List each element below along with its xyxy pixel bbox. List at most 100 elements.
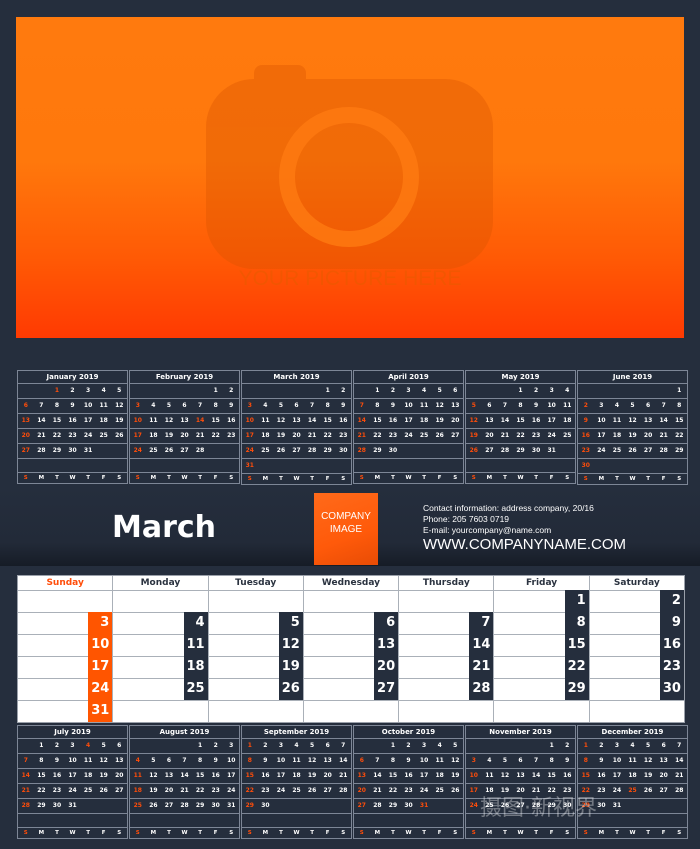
day-cell[interactable]: 14 bbox=[399, 634, 495, 656]
day-number: 19 bbox=[278, 656, 303, 678]
day-number: 16 bbox=[659, 634, 684, 656]
day-cell[interactable]: 28 bbox=[399, 678, 495, 700]
mini-day: 24 bbox=[68, 787, 77, 794]
mini-week-row: 1 2 3 bbox=[130, 739, 239, 754]
day-cell[interactable]: 16 bbox=[590, 634, 684, 656]
mini-day bbox=[161, 384, 177, 398]
mini-day bbox=[177, 459, 193, 472]
mini-day: 27 bbox=[643, 447, 653, 454]
day-cell[interactable] bbox=[113, 701, 209, 722]
mini-day: 29 bbox=[388, 802, 398, 809]
mini-day: 5 bbox=[151, 757, 156, 764]
day-cell[interactable]: 2 bbox=[590, 590, 684, 612]
mini-day: 16 bbox=[339, 417, 348, 424]
mini-day: 15 bbox=[37, 772, 46, 779]
day-cell[interactable]: 18 bbox=[113, 656, 209, 678]
day-cell[interactable]: 24 bbox=[18, 678, 114, 700]
mini-day: 13 bbox=[357, 772, 366, 779]
mini-day bbox=[304, 384, 320, 398]
mini-day: 7 bbox=[677, 742, 682, 749]
mini-week-row: 8 9 10 11 12 13 14 bbox=[578, 754, 687, 769]
mini-day: 21 bbox=[307, 432, 317, 439]
mini-week-row: 26 27 28 29 30 31 bbox=[466, 444, 575, 459]
mini-day: 7 bbox=[341, 742, 346, 749]
day-cell[interactable] bbox=[304, 701, 400, 722]
day-cell[interactable]: 8 bbox=[494, 612, 590, 634]
mini-day: 30 bbox=[388, 447, 398, 454]
day-cell[interactable]: 4 bbox=[113, 612, 209, 634]
day-cell[interactable]: 11 bbox=[113, 634, 209, 656]
mini-day: 17 bbox=[68, 772, 77, 779]
day-number: 18 bbox=[183, 656, 208, 678]
mini-day: 10 bbox=[597, 417, 606, 424]
day-cell[interactable]: 20 bbox=[304, 656, 400, 678]
day-cell[interactable]: 29 bbox=[494, 678, 590, 700]
day-cell[interactable] bbox=[399, 591, 495, 612]
day-cell[interactable]: 22 bbox=[494, 656, 590, 678]
mini-day: 6 bbox=[23, 402, 28, 409]
mini-week-row: 21 22 23 24 25 26 27 bbox=[18, 784, 127, 799]
day-cell[interactable] bbox=[209, 591, 304, 612]
mini-day bbox=[34, 459, 50, 472]
day-cell[interactable]: 13 bbox=[304, 634, 400, 656]
day-cell[interactable]: 6 bbox=[304, 612, 400, 634]
mini-day bbox=[656, 814, 672, 827]
mini-day: 8 bbox=[247, 757, 252, 764]
mini-day: 18 bbox=[563, 417, 572, 424]
mini-day: 6 bbox=[294, 402, 299, 409]
mini-day bbox=[544, 459, 560, 472]
day-cell[interactable]: 17 bbox=[18, 656, 114, 678]
day-cell[interactable]: 21 bbox=[399, 656, 495, 678]
mini-day: 16 bbox=[211, 772, 220, 779]
day-cell[interactable] bbox=[113, 591, 209, 612]
day-cell[interactable]: 1 bbox=[494, 590, 590, 612]
day-cell[interactable] bbox=[304, 591, 400, 612]
day-cell[interactable]: 5 bbox=[209, 612, 304, 634]
day-cell[interactable]: 7 bbox=[399, 612, 495, 634]
mini-day bbox=[640, 799, 656, 813]
mini-day bbox=[497, 459, 513, 472]
day-cell[interactable]: 19 bbox=[209, 656, 304, 678]
day-cell[interactable]: 30 bbox=[590, 678, 684, 700]
mini-weekday: S bbox=[583, 476, 588, 482]
mini-day: 28 bbox=[675, 787, 684, 794]
day-cell[interactable]: 10 bbox=[18, 634, 114, 656]
mini-day bbox=[513, 459, 529, 472]
mini-day: 4 bbox=[151, 402, 156, 409]
day-cell[interactable] bbox=[494, 701, 590, 722]
day-cell[interactable] bbox=[590, 701, 684, 722]
day-cell[interactable]: 23 bbox=[590, 656, 684, 678]
mini-day: 22 bbox=[37, 787, 46, 794]
day-cell[interactable]: 27 bbox=[304, 678, 400, 700]
mini-weekday-row: SMTWTFS bbox=[354, 828, 463, 838]
mini-day: 20 bbox=[357, 787, 366, 794]
picture-placeholder-text: YOUR PICTURE HERE bbox=[238, 267, 462, 290]
day-cell[interactable] bbox=[18, 591, 114, 612]
day-cell[interactable]: 26 bbox=[209, 678, 304, 700]
mini-day: 1 bbox=[583, 742, 588, 749]
mini-weekday: S bbox=[341, 476, 346, 482]
mini-day: 30 bbox=[52, 802, 62, 809]
day-cell[interactable]: 15 bbox=[494, 634, 590, 656]
day-cell[interactable] bbox=[399, 701, 495, 722]
day-cell[interactable]: 9 bbox=[590, 612, 684, 634]
mini-day: 1 bbox=[325, 387, 330, 394]
mini-day: 16 bbox=[563, 772, 572, 779]
mini-day: 31 bbox=[245, 462, 254, 469]
day-cell[interactable]: 25 bbox=[113, 678, 209, 700]
mini-day: 1 bbox=[198, 742, 203, 749]
mini-day: 24 bbox=[133, 447, 142, 454]
mini-day: 30 bbox=[531, 447, 541, 454]
day-cell[interactable]: 12 bbox=[209, 634, 304, 656]
mini-calendar-title: June 2019 bbox=[578, 371, 687, 384]
mini-day: 10 bbox=[419, 757, 429, 764]
mini-day: 11 bbox=[419, 402, 429, 409]
day-number: 30 bbox=[659, 678, 684, 700]
mini-day: 26 bbox=[276, 447, 286, 454]
day-cell[interactable]: 31 bbox=[18, 700, 114, 722]
mini-day: 28 bbox=[195, 447, 205, 454]
mini-weekday: T bbox=[86, 475, 90, 481]
day-cell[interactable] bbox=[209, 701, 304, 722]
day-cell[interactable]: 3 bbox=[18, 612, 114, 634]
mini-day: 8 bbox=[549, 757, 554, 764]
